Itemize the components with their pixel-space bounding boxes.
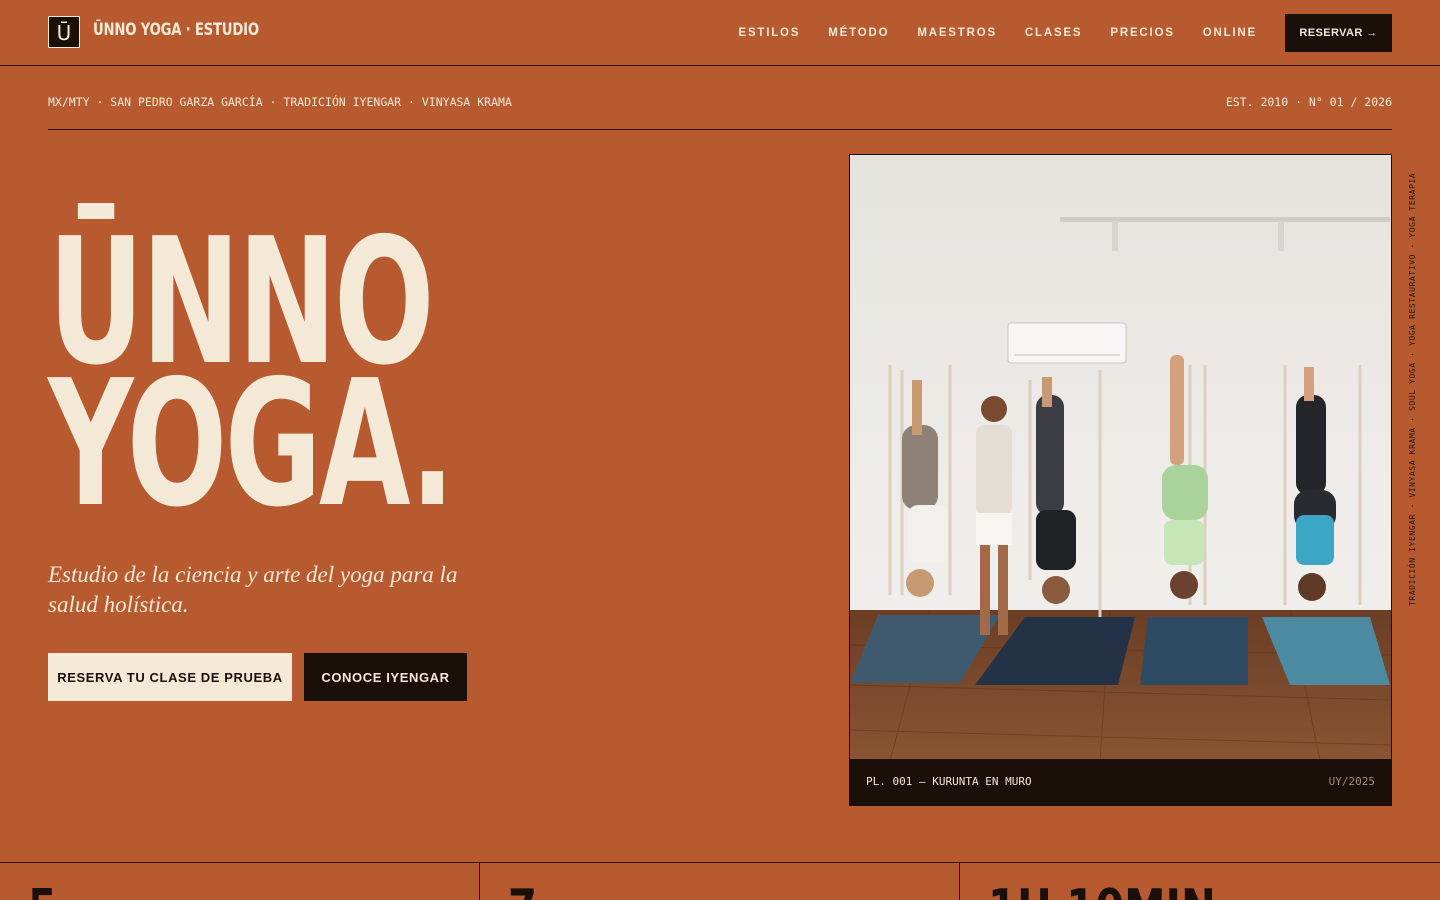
logo-glyph: Ū [56, 21, 72, 45]
stat-value: 7 [508, 883, 537, 900]
stat-value: 5 [28, 883, 57, 900]
nav-item-maestros[interactable]: MAESTROS [917, 27, 997, 39]
stat-cell: 7 [480, 863, 960, 900]
reserve-button[interactable]: RESERVAR → [1285, 14, 1392, 52]
styles-vertical-text: TRADICIÓN IYENGAR · VINYASA KRAMA · SOUL… [1408, 172, 1417, 606]
nav-item-metodo[interactable]: MÉTODO [828, 27, 889, 39]
photo-caption-credit: UY/2025 [1328, 775, 1375, 788]
main-nav: ESTILOS MÉTODO MAESTROS CLASES PRECIOS O… [738, 14, 1392, 52]
trial-class-button[interactable]: RESERVA TU CLASE DE PRUEBA [48, 653, 292, 701]
stat-cell: 5 [0, 863, 480, 900]
edition-text: EST. 2010 · N° 01 / 2026 [1225, 95, 1392, 109]
photo-caption: PL. 001 — KURUNTA EN MURO UY/2025 [850, 759, 1391, 805]
nav-item-estilos[interactable]: ESTILOS [738, 27, 800, 39]
nav-item-clases[interactable]: CLASES [1025, 27, 1082, 39]
iyengar-button[interactable]: CONOCE IYENGAR [304, 653, 467, 701]
brand-name[interactable]: ŪNNO YOGA · ESTUDIO [93, 20, 259, 44]
yoga-class-illustration [850, 155, 1391, 761]
hero-title: ŪNNO YOGA. [48, 216, 455, 546]
location-text: MX/MTY · SAN PEDRO GARZA GARCÍA · TRADIC… [48, 95, 512, 109]
photo-caption-title: PL. 001 — KURUNTA EN MURO [866, 775, 1032, 788]
nav-item-online[interactable]: ONLINE [1203, 27, 1257, 39]
hero-title-line2: YOGA. [48, 343, 455, 546]
stat-value: 1H 10MIN [988, 883, 1216, 900]
logo-mark[interactable]: Ū [48, 16, 80, 48]
location-bar: MX/MTY · SAN PEDRO GARZA GARCÍA · TRADIC… [48, 66, 1392, 130]
site-header: Ū ŪNNO YOGA · ESTUDIO ESTILOS MÉTODO MAE… [0, 0, 1440, 66]
styles-vertical-label: TRADICIÓN IYENGAR · VINYASA KRAMA · SOUL… [1408, 154, 1420, 606]
hero-tagline: Estudio de la ciencia y arte del yoga pa… [48, 562, 458, 617]
stats-row: 5 7 1H 10MIN [0, 862, 1440, 900]
stat-cell: 1H 10MIN [960, 863, 1440, 900]
hero-photo: PL. 001 — KURUNTA EN MURO UY/2025 [849, 154, 1392, 806]
nav-item-precios[interactable]: PRECIOS [1110, 27, 1174, 39]
